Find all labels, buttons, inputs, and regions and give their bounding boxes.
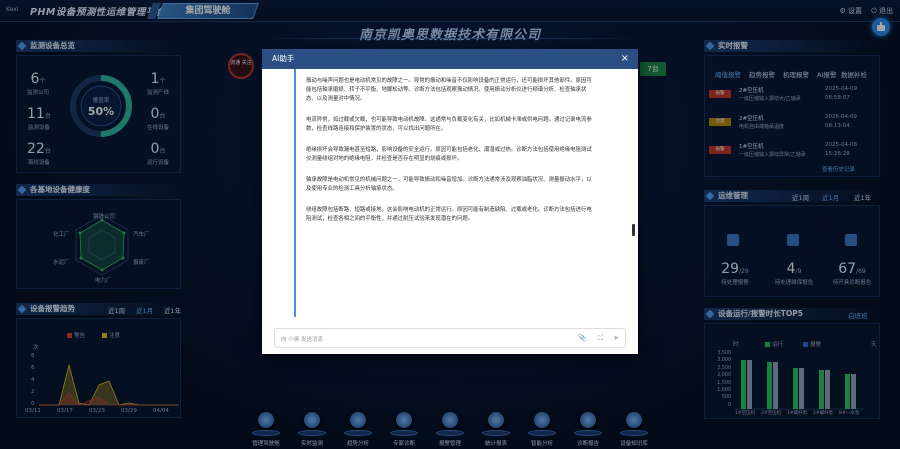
dialog-header: AI助手 × [262, 49, 638, 69]
message-placeholder: 向 小奥 发送消息 [281, 337, 323, 343]
dialog-body[interactable]: 振动与噪声问题也是电动机常见的故障之一。异常的振动和噪音不仅影响设备的正常运行，… [262, 69, 638, 317]
scrollbar-thumb[interactable] [632, 224, 635, 236]
send-icon[interactable]: ➤ [613, 334, 619, 342]
dialog-title: AI助手 [272, 54, 295, 63]
ai-assistant-dialog: AI助手 × 振动与噪声问题也是电动机常见的故障之一。异常的振动和噪音不仅影响设… [262, 49, 638, 354]
message-paragraph: 绝缘损坏会导致漏电甚至短路，影响设备的安全运行。原因可能包括老化、潮湿或过热。诊… [306, 147, 592, 162]
assistant-message: 振动与噪声问题也是电动机常见的故障之一。异常的振动和噪音不仅影响设备的正常运行，… [294, 69, 594, 317]
attach-icon[interactable]: 📎 [578, 334, 587, 342]
message-input[interactable]: 向 小奥 发送消息 📎 ⛶ ➤ [274, 328, 626, 348]
message-paragraph: 轴承故障是电动机常见的机械问题之一，可能导致振动和噪音增加。诊断方法通常涉及观察… [306, 177, 592, 192]
close-button[interactable]: × [621, 49, 629, 69]
expand-icon[interactable]: ⛶ [598, 334, 603, 343]
message-paragraph: 电流异常，如过载或欠载，也可能导致电动机故障。这通常与负载变化有关，比如机械卡滞… [306, 117, 592, 132]
message-paragraph: 绕组故障包括断路、短路或接地。这会影响电动机的正常运行。原因可能有制造缺陷、过载… [306, 207, 592, 222]
message-paragraph: 振动与噪声问题也是电动机常见的故障之一。异常的振动和噪音不仅影响设备的正常运行，… [306, 78, 592, 102]
dashboard-page: Kexi PHM设备预测性运维管理平台 集团驾驶舱 ⚙ 设置 ⏻ 退出 南京凯奥… [0, 0, 900, 449]
